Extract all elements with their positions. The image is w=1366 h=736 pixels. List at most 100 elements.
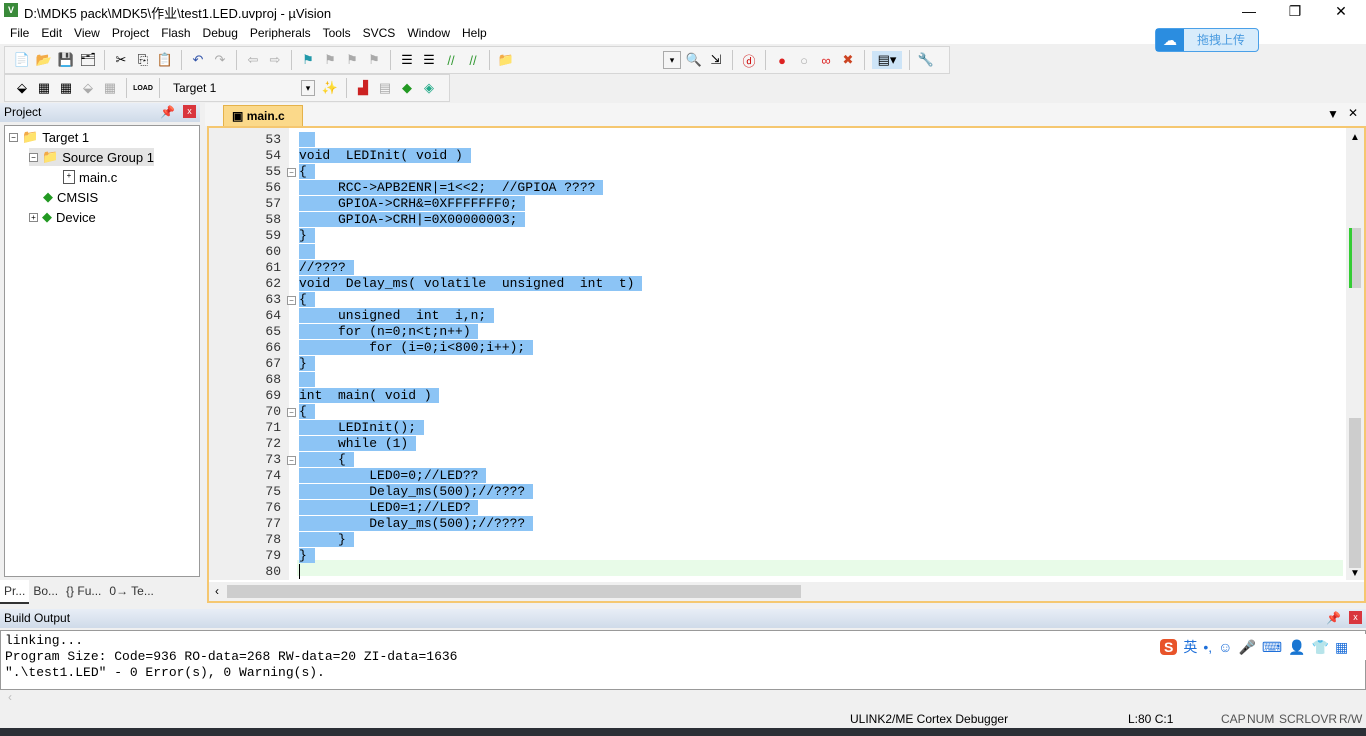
undo-icon[interactable]: ↶: [189, 51, 207, 69]
select-packs-icon[interactable]: ▤: [376, 79, 394, 97]
unindent-icon[interactable]: ☰: [420, 51, 438, 69]
manage-rte-icon[interactable]: ◆: [398, 79, 416, 97]
baidu-upload-widget[interactable]: ☁ 拖拽上传: [1155, 28, 1259, 52]
tree-item-cmsis[interactable]: ◆ CMSIS: [43, 188, 98, 206]
rebuild-icon[interactable]: ▦: [57, 79, 75, 97]
incremental-find-icon[interactable]: ⇲: [707, 51, 725, 69]
code-text: while (1): [299, 436, 417, 451]
new-file-icon[interactable]: 📄: [13, 51, 31, 69]
menu-debug[interactable]: Debug: [197, 22, 244, 44]
paste-icon[interactable]: 📋: [156, 51, 174, 69]
menu-project[interactable]: Project: [106, 22, 155, 44]
kill-breakpoints-icon[interactable]: ✖: [839, 51, 857, 69]
project-panel-header: Project 📌 x: [0, 103, 200, 122]
vertical-scrollbar[interactable]: ▲ ▼: [1346, 128, 1364, 580]
save-all-icon[interactable]: 🗂: [79, 51, 97, 69]
find-icon[interactable]: 🔍: [685, 51, 703, 69]
redo-icon[interactable]: ↷: [211, 51, 229, 69]
tab-project[interactable]: Pr...: [0, 580, 30, 604]
tree-item-main-c[interactable]: + main.c: [63, 168, 117, 186]
taskbar: [0, 728, 1366, 736]
bookmark-icon[interactable]: ⚑: [299, 51, 317, 69]
line-number: 73: [265, 452, 281, 467]
comment-icon[interactable]: //: [442, 51, 460, 69]
tab-list-dropdown[interactable]: ▼: [1327, 107, 1339, 121]
close-button[interactable]: ✕: [1318, 0, 1364, 22]
uncomment-icon[interactable]: //: [464, 51, 482, 69]
punctuation-icon[interactable]: •,: [1203, 639, 1212, 655]
breakpoint-icon[interactable]: ●: [773, 51, 791, 69]
line-number: 71: [265, 420, 281, 435]
load-icon[interactable]: LOAD: [133, 79, 153, 97]
close-icon[interactable]: x: [183, 105, 196, 118]
mic-icon[interactable]: 🎤: [1238, 639, 1255, 656]
manage-project-icon[interactable]: ▟: [354, 79, 372, 97]
cloud-icon: ☁: [1156, 29, 1184, 51]
menu-peripherals[interactable]: Peripherals: [244, 22, 317, 44]
nav-forward-icon[interactable]: ⇨: [266, 51, 284, 69]
menu-tools[interactable]: Tools: [317, 22, 357, 44]
menu-help[interactable]: Help: [456, 22, 493, 44]
emoji-icon[interactable]: ☺: [1218, 639, 1232, 655]
copy-icon[interactable]: ⎘: [134, 51, 152, 69]
fold-toggle-icon[interactable]: −: [287, 456, 296, 465]
fold-toggle-icon[interactable]: −: [287, 408, 296, 417]
skin-icon[interactable]: 👕: [1312, 639, 1329, 656]
restore-button[interactable]: ❐: [1272, 0, 1318, 22]
next-bookmark-icon[interactable]: ⚑: [343, 51, 361, 69]
title-bar: V D:\MDK5 pack\MDK5\作业\test1.LED.uvproj …: [0, 0, 1366, 22]
tree-item-device[interactable]: + ◆ Device: [29, 208, 96, 226]
clear-bookmarks-icon[interactable]: ⚑: [365, 51, 383, 69]
build-icon[interactable]: ▦: [35, 79, 53, 97]
stop-build-icon[interactable]: ▦: [101, 79, 119, 97]
ime-lang[interactable]: 英: [1183, 637, 1197, 657]
tree-item-target[interactable]: − 📁 Target 1: [9, 128, 89, 146]
grid-icon[interactable]: ▦: [1335, 639, 1348, 656]
find-dropdown[interactable]: ▾: [663, 51, 681, 69]
menu-edit[interactable]: Edit: [35, 22, 68, 44]
menu-svcs[interactable]: SVCS: [357, 22, 402, 44]
debug-session-icon[interactable]: ⓓ: [740, 51, 758, 69]
tab-functions[interactable]: {} Fu...: [62, 580, 105, 604]
menu-window[interactable]: Window: [401, 22, 456, 44]
menu-file[interactable]: File: [4, 22, 35, 44]
fold-toggle-icon[interactable]: −: [287, 296, 296, 305]
window-layout-icon[interactable]: ▤▾: [872, 51, 902, 69]
target-select[interactable]: Target 1 ▾: [167, 78, 317, 98]
keyboard-icon[interactable]: ⌨: [1262, 639, 1282, 656]
pin-icon[interactable]: 📌: [1326, 611, 1341, 626]
tree-item-source-group[interactable]: − 📁 Source Group 1: [29, 148, 154, 166]
build-hscrollbar[interactable]: ‹: [0, 690, 1366, 706]
code-editor[interactable]: 53 54 55 56 57 58 59 60 61 62 63 64 65 66 67 68 69 70 71 72…: [207, 126, 1366, 603]
nav-back-icon[interactable]: ⇦: [244, 51, 262, 69]
configure-icon[interactable]: 🔧: [917, 51, 935, 69]
tab-books[interactable]: Bo...: [29, 580, 62, 604]
tab-main-c[interactable]: ▣ main.c: [223, 105, 303, 126]
translate-icon[interactable]: ⬙: [13, 79, 31, 97]
save-icon[interactable]: 💾: [57, 51, 75, 69]
prev-bookmark-icon[interactable]: ⚑: [321, 51, 339, 69]
status-position: L:80 C:1: [1128, 712, 1174, 726]
close-icon[interactable]: x: [1349, 611, 1362, 624]
open-icon[interactable]: 📂: [35, 51, 53, 69]
menu-view[interactable]: View: [68, 22, 106, 44]
batch-build-icon[interactable]: ⬙: [79, 79, 97, 97]
find-in-files-icon[interactable]: 📁: [497, 51, 515, 69]
pack-installer-icon[interactable]: ◈: [420, 79, 438, 97]
cut-icon[interactable]: ✂: [112, 51, 130, 69]
horizontal-scrollbar[interactable]: ‹: [209, 582, 1364, 601]
indent-icon[interactable]: ☰: [398, 51, 416, 69]
close-tab-button[interactable]: ✕: [1348, 106, 1358, 120]
fold-toggle-icon[interactable]: −: [287, 168, 296, 177]
upload-label: 拖拽上传: [1196, 33, 1245, 47]
scroll-thumb[interactable]: [1349, 228, 1361, 288]
pin-icon[interactable]: 📌: [160, 105, 175, 120]
menu-flash[interactable]: Flash: [155, 22, 196, 44]
disable-breakpoint-icon[interactable]: ○: [795, 51, 813, 69]
hscroll-thumb[interactable]: [227, 585, 801, 598]
user-icon[interactable]: 👤: [1288, 639, 1305, 656]
disable-all-breakpoints-icon[interactable]: ∞: [817, 51, 835, 69]
tab-templates[interactable]: 0→ Te...: [105, 580, 157, 604]
minimize-button[interactable]: —: [1226, 0, 1272, 22]
target-options-icon[interactable]: ✨: [321, 79, 339, 97]
